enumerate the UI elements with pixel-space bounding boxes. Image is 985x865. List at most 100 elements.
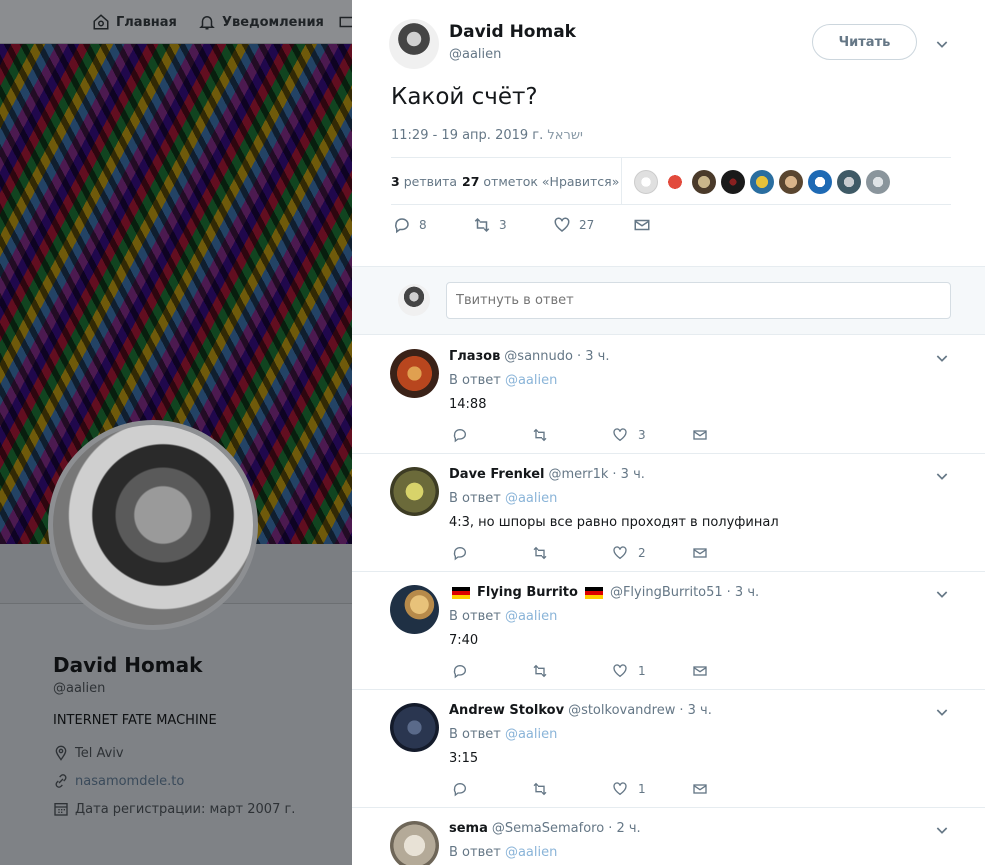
germany-flag-icon [452, 586, 470, 599]
liker-avatar[interactable] [634, 170, 658, 194]
calendar-icon [54, 803, 68, 816]
reply-action[interactable]: 8 [393, 216, 427, 234]
chevron-down-icon[interactable] [934, 586, 950, 602]
in-reply-handle[interactable]: @aalien [505, 373, 557, 388]
retweet-action[interactable]: 3 [473, 216, 507, 234]
like-action[interactable]: 3 [612, 427, 646, 443]
reply-author-handle[interactable]: @stolkovandrew [568, 703, 675, 718]
profile-joined: Дата регистрации: март 2007 г. [75, 801, 296, 817]
likes-stat[interactable]: 27 отметок «Нравится» [462, 174, 619, 189]
nav-notifications[interactable]: Уведомления [198, 11, 324, 33]
reply-avatar[interactable] [390, 703, 439, 752]
chevron-down-icon[interactable] [934, 36, 950, 52]
tweet-text: Какой счёт? [391, 84, 538, 110]
tweet-time[interactable]: 11:29 - 19 апр. 2019 г. [391, 128, 543, 143]
reply-avatar[interactable] [390, 821, 439, 865]
reply-tweet[interactable]: Глазов @sannudo · 3 ч. В ответ @aalien 1… [352, 336, 985, 454]
author-avatar[interactable] [389, 19, 439, 69]
liker-avatar[interactable] [808, 170, 832, 194]
profile-avatar[interactable] [48, 420, 258, 630]
retweets-count: 3 [391, 174, 400, 189]
reply-author-name[interactable]: sema [449, 821, 488, 836]
reply-count: 8 [419, 218, 427, 232]
follow-button[interactable]: Читать [812, 24, 917, 60]
liker-avatar[interactable] [721, 170, 745, 194]
reply-avatar[interactable] [390, 585, 439, 634]
dm-action[interactable] [692, 663, 708, 679]
reply-tweet[interactable]: Andrew Stolkov @stolkovandrew · 3 ч. В о… [352, 690, 985, 808]
reply-icon [453, 429, 466, 443]
likes-count: 27 [462, 174, 480, 189]
liker-avatar[interactable] [750, 170, 774, 194]
like-action[interactable]: 1 [612, 781, 646, 797]
retweet-action[interactable] [532, 663, 548, 679]
reply-author-handle[interactable]: @SemaSemaforo [492, 821, 604, 836]
like-action[interactable]: 1 [612, 663, 646, 679]
chevron-down-icon[interactable] [934, 822, 950, 838]
reply-author-handle[interactable]: @sannudo [504, 349, 573, 364]
like-count: 3 [638, 428, 646, 442]
liker-avatar[interactable] [866, 170, 890, 194]
stats-divider [621, 158, 622, 205]
in-reply-handle[interactable]: @aalien [505, 845, 557, 860]
reply-action[interactable] [452, 427, 468, 443]
author-name[interactable]: David Homak [449, 22, 576, 42]
author-handle[interactable]: @aalien [449, 47, 501, 62]
reply-time[interactable]: · 3 ч. [727, 585, 759, 600]
retweets-stat[interactable]: 3 ретвита [391, 174, 457, 189]
reply-context: В ответ @aalien [449, 727, 557, 742]
reply-tweet[interactable]: Dave Frenkel @merr1k · 3 ч. В ответ @aal… [352, 454, 985, 572]
tweet-location[interactable]: ישראל [547, 128, 583, 143]
reply-action[interactable] [452, 545, 468, 561]
reply-author-handle[interactable]: @merr1k [548, 467, 608, 482]
profile-location-row: Tel Aviv [53, 745, 124, 761]
reply-time[interactable]: · 2 ч. [608, 821, 640, 836]
heart-icon [613, 782, 627, 796]
liker-avatar[interactable] [692, 170, 716, 194]
chevron-down-icon[interactable] [934, 468, 950, 484]
reply-time[interactable]: · 3 ч. [612, 467, 644, 482]
reply-text: 3:15 [449, 751, 479, 766]
chevron-down-icon[interactable] [934, 704, 950, 720]
reply-avatar[interactable] [390, 349, 439, 398]
reply-header: Глазов @sannudo · 3 ч. [449, 349, 609, 364]
reply-action[interactable] [452, 781, 468, 797]
tweet-timestamp: 11:29 - 19 апр. 2019 г. ישראל [391, 128, 583, 143]
liker-avatar[interactable] [779, 170, 803, 194]
like-action[interactable]: 2 [612, 545, 646, 561]
reply-tweet[interactable]: Flying Burrito @FlyingBurrito51 · 3 ч. В… [352, 572, 985, 690]
reply-author-name[interactable]: Dave Frenkel [449, 467, 544, 482]
profile-link[interactable]: nasamomdele.to [75, 774, 184, 789]
in-reply-handle[interactable]: @aalien [505, 727, 557, 742]
chevron-down-icon[interactable] [934, 350, 950, 366]
dm-action[interactable] [692, 545, 708, 561]
reply-icon [453, 665, 466, 679]
reply-input[interactable] [446, 282, 951, 319]
reply-author-name[interactable]: Глазов [449, 349, 500, 364]
profile-link-row: nasamomdele.to [53, 773, 184, 789]
retweet-action[interactable] [532, 545, 548, 561]
liker-avatar[interactable] [837, 170, 861, 194]
in-reply-label: В ответ [449, 373, 501, 388]
reply-action[interactable] [452, 663, 468, 679]
reply-time[interactable]: · 3 ч. [679, 703, 711, 718]
liker-avatar[interactable] [663, 170, 687, 194]
in-reply-handle[interactable]: @aalien [505, 491, 557, 506]
bell-icon [199, 16, 215, 30]
dm-action[interactable] [633, 216, 651, 234]
retweet-action[interactable] [532, 781, 548, 797]
reply-author-name[interactable]: Flying Burrito [477, 585, 578, 600]
dm-action[interactable] [692, 427, 708, 443]
dm-action[interactable] [692, 781, 708, 797]
reply-tweet[interactable]: sema @SemaSemaforo · 2 ч. В ответ @aalie… [352, 808, 985, 865]
reply-author-handle[interactable]: @FlyingBurrito51 [610, 585, 723, 600]
retweet-action[interactable] [532, 427, 548, 443]
reply-author-name[interactable]: Andrew Stolkov [449, 703, 564, 718]
like-action[interactable]: 27 [553, 216, 594, 234]
in-reply-handle[interactable]: @aalien [505, 609, 557, 624]
reply-time[interactable]: · 3 ч. [577, 349, 609, 364]
retweet-icon [533, 546, 547, 560]
nav-home[interactable]: Главная [92, 11, 177, 33]
reply-header: sema @SemaSemaforo · 2 ч. [449, 821, 641, 836]
reply-avatar[interactable] [390, 467, 439, 516]
